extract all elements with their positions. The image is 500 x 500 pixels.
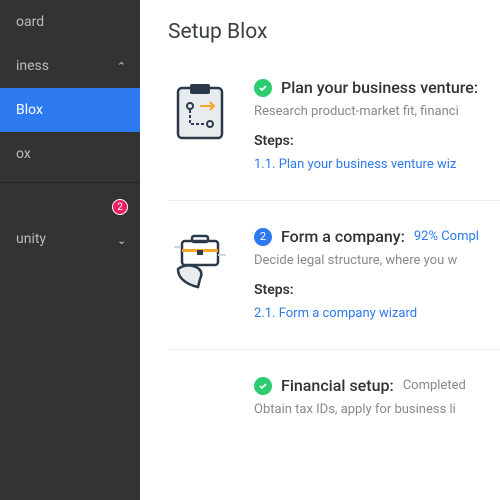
- page-title: Setup Blox: [168, 20, 500, 44]
- sidebar-item-label: iness: [16, 58, 49, 74]
- step-link[interactable]: 2.1. Form a company wizard: [254, 306, 500, 321]
- step-desc: Decide legal structure, where you w: [254, 253, 500, 268]
- divider: [0, 182, 140, 183]
- step-status: Completed: [403, 378, 466, 393]
- step-card: Financial setup: Completed Obtain tax ID…: [168, 376, 500, 470]
- step-card: 2 Form a company: 92% Compl Decide legal…: [168, 227, 500, 350]
- step-body: Plan your business venture: Research pro…: [254, 78, 500, 172]
- sidebar-item-label: oard: [16, 14, 44, 30]
- step-desc: Obtain tax IDs, apply for business li: [254, 402, 500, 417]
- step-body: 2 Form a company: 92% Compl Decide legal…: [254, 227, 500, 321]
- sidebar-item-business[interactable]: iness ⌃: [0, 44, 140, 88]
- notification-badge: 2: [112, 199, 128, 215]
- step-head: 2 Form a company: 92% Compl: [254, 227, 500, 246]
- sidebar-item-blox[interactable]: ox: [0, 132, 140, 176]
- sidebar-item-label: ox: [16, 146, 31, 162]
- sidebar: oard iness ⌃ Blox ox 2 unity ⌃: [0, 0, 140, 500]
- step-number-badge: 2: [254, 228, 272, 246]
- briefcase-icon: [168, 229, 232, 293]
- empty-icon: [168, 378, 232, 442]
- sidebar-item-setup-blox[interactable]: Blox: [0, 88, 140, 132]
- main-content: Setup Blox Plan your business venture: R…: [140, 0, 500, 500]
- chevron-down-icon: ⌃: [117, 233, 126, 246]
- plan-icon: [168, 80, 232, 144]
- step-desc: Research product-market fit, financi: [254, 104, 500, 119]
- step-card: Plan your business venture: Research pro…: [168, 78, 500, 201]
- check-icon: [254, 377, 272, 395]
- sidebar-item-label: unity: [16, 231, 46, 247]
- step-head: Plan your business venture:: [254, 78, 500, 97]
- sidebar-item-label: Blox: [16, 102, 43, 118]
- sidebar-item-community[interactable]: unity ⌃: [0, 217, 140, 261]
- step-title: Form a company:: [281, 227, 405, 246]
- steps-label: Steps:: [254, 133, 500, 149]
- step-link[interactable]: 1.1. Plan your business venture wiz: [254, 157, 500, 172]
- chevron-up-icon: ⌃: [117, 60, 126, 73]
- sidebar-item-notifications[interactable]: 2: [0, 189, 140, 217]
- steps-label: Steps:: [254, 282, 500, 298]
- step-head: Financial setup: Completed: [254, 376, 500, 395]
- step-status: 92% Compl: [414, 229, 479, 244]
- step-body: Financial setup: Completed Obtain tax ID…: [254, 376, 500, 442]
- step-title: Plan your business venture:: [281, 78, 478, 97]
- sidebar-item-dashboard[interactable]: oard: [0, 0, 140, 44]
- check-icon: [254, 79, 272, 97]
- step-title: Financial setup:: [281, 376, 394, 395]
